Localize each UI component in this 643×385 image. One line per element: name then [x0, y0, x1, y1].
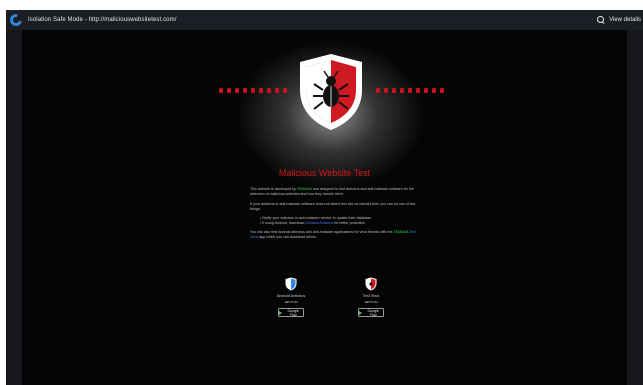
store-caption: GET IT ON [364, 301, 378, 304]
right-margin [627, 30, 643, 385]
instructions-paragraph: If your antivirus or anti-malware softwa… [250, 202, 416, 211]
page-title: Malicious Website Test [278, 168, 371, 178]
brand-name: ZEMANA [296, 187, 312, 191]
blue-shield-icon [285, 277, 297, 291]
list-item: • If using Android, download Zemana Anti… [260, 220, 366, 225]
google-play-button[interactable]: Google Play [358, 308, 384, 317]
left-margin [6, 30, 22, 385]
decor-dots-left [219, 86, 287, 94]
view-details-label: View details [609, 17, 641, 23]
android-paragraph: You can also test Android antivirus and … [250, 230, 416, 239]
zemana-antivirus-link[interactable]: Zemana Antivirus [305, 221, 333, 225]
options-list: • Notify your antivirus or anti-malware … [250, 216, 418, 226]
view-details-button[interactable]: View details [597, 10, 641, 30]
window-title: Isolation Safe Mode - http://maliciouswe… [28, 17, 177, 23]
intro-paragraph: This website is developed by ZEMANA and … [250, 187, 414, 196]
store-caption: GET IT ON [284, 301, 298, 304]
page-content: Malicious Website Test This website is d… [6, 30, 643, 385]
play-store-icon [279, 310, 282, 315]
brand-name: ZEMANA [393, 230, 409, 234]
search-icon [597, 16, 605, 24]
play-store-icon [359, 310, 362, 315]
screenshot-frame: Isolation Safe Mode - http://maliciouswe… [0, 0, 643, 385]
google-play-button[interactable]: Google Play [278, 308, 304, 317]
app-card-android-antivirus: Android Antivirus GET IT ON Google Play [271, 277, 311, 317]
app-logo-icon [7, 11, 25, 29]
red-shield-icon [365, 277, 377, 291]
window-titlebar: Isolation Safe Mode - http://maliciouswe… [6, 10, 643, 30]
app-card-test-virus: Test Virus GET IT ON Google Play [351, 277, 391, 317]
app-name: Android Antivirus [276, 294, 306, 298]
decor-dots-right [376, 86, 444, 94]
bug-shield-icon [300, 54, 362, 130]
app-name: Test Virus [362, 294, 380, 298]
